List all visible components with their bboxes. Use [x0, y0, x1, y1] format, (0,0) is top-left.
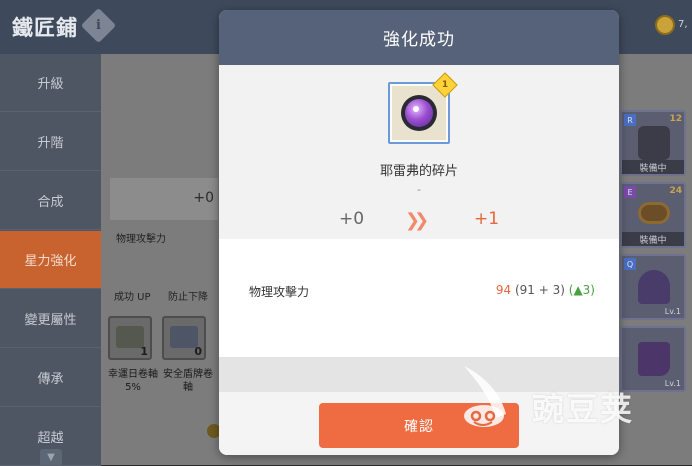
- dialog-title: 強化成功: [383, 30, 455, 50]
- stat-detail: (91 + 3): [514, 283, 565, 297]
- item-slot: 1: [388, 72, 458, 144]
- watermark-text: 豌豆荚: [532, 390, 635, 428]
- gem-icon: [401, 95, 437, 131]
- watermark-logo-icon: [464, 366, 506, 427]
- item-section: 1 耶雷弗的碎片 - +0 ❯❯ +1: [219, 65, 619, 239]
- stat-change-section: 物理攻擊力 94 (91 + 3) (▲3): [219, 239, 619, 357]
- stat-value: 94 (91 + 3) (▲3): [496, 283, 595, 297]
- stat-label: 物理攻擊力: [249, 285, 310, 299]
- stat-new-value: 94: [495, 283, 512, 297]
- stat-increase: (▲3): [568, 283, 595, 297]
- item-subtitle: -: [417, 183, 421, 196]
- star-level-after: +1: [474, 209, 500, 229]
- item-background: [392, 86, 446, 140]
- dialog-header: 強化成功: [219, 10, 619, 65]
- item-name: 耶雷弗的碎片: [379, 164, 458, 179]
- star-level-before: +0: [339, 209, 365, 229]
- double-chevron-right-icon: ❯❯: [405, 210, 429, 231]
